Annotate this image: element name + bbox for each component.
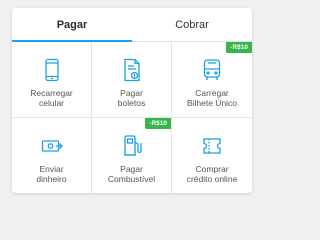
discount-badge: -R$10: [226, 42, 252, 53]
tab-bar: Pagar Cobrar: [12, 8, 252, 42]
phone-icon: [44, 58, 59, 82]
pay-fuel-button[interactable]: -R$10 Pagar Combustível: [92, 117, 172, 193]
action-label: Pagar boletos: [117, 88, 146, 108]
recharge-phone-button[interactable]: Recarregar celular: [12, 42, 92, 118]
fuel-pump-icon: [123, 134, 142, 156]
send-money-icon: [41, 139, 63, 152]
bus-icon: [203, 59, 221, 80]
buy-online-credit-button[interactable]: Comprar crédito online: [172, 118, 252, 194]
tab-cobrar[interactable]: Cobrar: [132, 8, 252, 41]
action-label: Comprar crédito online: [186, 163, 238, 184]
pay-bills-button[interactable]: Pagar boletos: [92, 42, 172, 118]
bill-icon: [123, 58, 140, 82]
action-label: Pagar Combustível: [107, 163, 156, 184]
ticket-icon: [203, 137, 221, 154]
send-money-button[interactable]: Enviar dinheiro: [12, 117, 92, 193]
payment-card: Pagar Cobrar Recarregar celular Pagar bo…: [12, 8, 252, 193]
tab-pagar[interactable]: Pagar: [12, 8, 132, 41]
action-label: Recarregar celular: [30, 88, 73, 108]
discount-badge: -R$10: [145, 117, 171, 129]
load-bilhete-unico-button[interactable]: -R$10 Carregar Bilhete Único: [172, 42, 252, 118]
actions-grid: Recarregar celular Pagar boletos -R$10 C…: [12, 42, 252, 193]
action-label: Carregar Bilhete Único: [186, 88, 238, 108]
action-label: Enviar dinheiro: [36, 163, 67, 184]
